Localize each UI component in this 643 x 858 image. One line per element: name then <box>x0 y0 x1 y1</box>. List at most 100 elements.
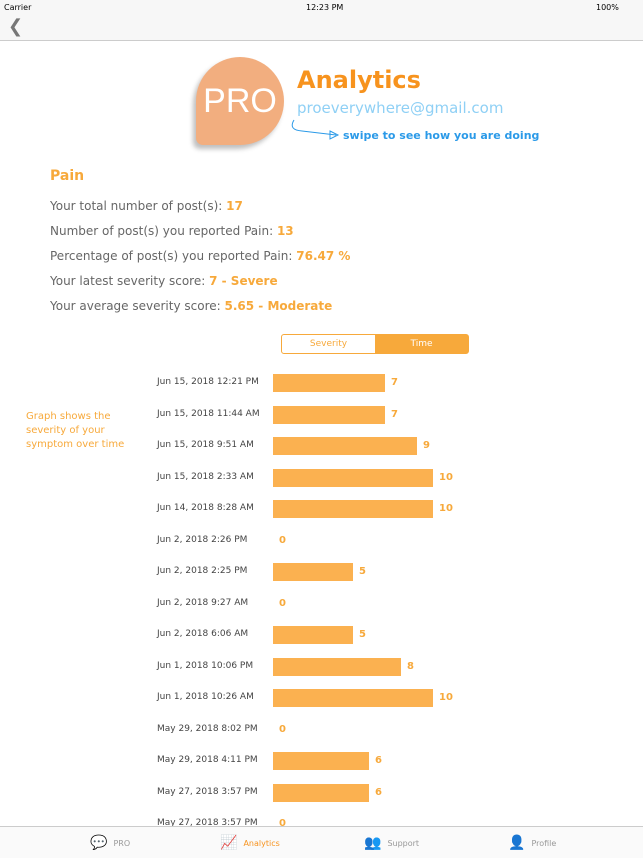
bar[interactable] <box>273 752 369 770</box>
bar-value-label: 0 <box>279 534 286 546</box>
stat-label: Number of post(s) you reported Pain: <box>50 224 274 238</box>
back-chevron-icon[interactable]: ❮ <box>8 16 23 37</box>
chart-mode-segmented-control[interactable]: Severity Time <box>281 334 469 354</box>
bar-date-label: May 27, 2018 3:57 PM <box>157 786 258 797</box>
bar-value-label: 9 <box>423 440 430 451</box>
bar-value-label: 0 <box>279 723 286 735</box>
chart-row: Jun 2, 2018 9:27 AM 0 <box>0 594 643 614</box>
tab-bar: 💬 PRO 📈 Analytics 👥 Support 👤 Profile <box>0 826 643 858</box>
chart-row: Jun 2, 2018 2:26 PM 0 <box>0 531 643 551</box>
bar-date-label: Jun 15, 2018 9:51 AM <box>157 440 254 450</box>
bar[interactable] <box>273 468 433 487</box>
stat-label: Your latest severity score: <box>50 274 206 288</box>
bar-date-label: May 27, 2018 3:57 PM <box>157 818 258 826</box>
bar-value-label: 10 <box>439 503 453 514</box>
stat-label: Percentage of post(s) you reported Pain: <box>50 249 293 263</box>
clock: 12:23 PM <box>306 3 344 12</box>
bar-date-label: Jun 1, 2018 10:06 PM <box>157 660 254 671</box>
bar[interactable] <box>273 437 417 455</box>
bar-date-label: Jun 14, 2018 8:28 AM <box>157 503 254 513</box>
bar-value-label: 0 <box>279 818 286 826</box>
chart-row: Jun 14, 2018 8:28 AM 10 <box>0 499 643 519</box>
group-icon: 👥 <box>364 835 382 851</box>
stat-value: 17 <box>226 199 243 213</box>
bar-value-label: 7 <box>391 408 398 420</box>
tab-profile[interactable]: 👤 Profile <box>508 835 556 851</box>
bar-value-label: 6 <box>375 755 382 766</box>
chart-row: Jun 2, 2018 6:06 AM 5 <box>0 625 643 645</box>
bar[interactable] <box>273 689 433 707</box>
bar-date-label: Jun 1, 2018 10:26 AM <box>157 692 254 702</box>
pro-logo: PRO <box>196 57 284 145</box>
stat-row: Your latest severity score: 7 - Severe <box>50 274 278 288</box>
bar[interactable] <box>273 500 433 518</box>
bar-value-label: 10 <box>439 692 453 703</box>
battery: 100% <box>596 3 619 12</box>
bar-value-label: 7 <box>391 377 398 388</box>
segment-severity[interactable]: Severity <box>282 335 375 353</box>
bar[interactable] <box>273 783 369 802</box>
stat-value: 76.47 % <box>296 249 351 263</box>
bar-value-label: 10 <box>439 471 453 483</box>
chart-row: Jun 15, 2018 12:21 PM 7 <box>0 373 643 393</box>
stat-value: 5.65 - Moderate <box>224 299 333 313</box>
bar-date-label: Jun 2, 2018 6:06 AM <box>157 629 249 639</box>
bar[interactable] <box>273 626 353 644</box>
bar-value-label: 0 <box>279 597 286 609</box>
chart-row: Jun 15, 2018 11:44 AM 7 <box>0 405 643 425</box>
chart-row: May 29, 2018 8:02 PM 0 <box>0 720 643 740</box>
bar-value-label: 5 <box>359 566 366 577</box>
stat-label: Your total number of post(s): <box>50 199 223 213</box>
section-title: Pain <box>50 168 85 184</box>
stat-row: Percentage of post(s) you reported Pain:… <box>50 249 350 263</box>
chat-bubble-icon: 💬 <box>90 835 108 851</box>
chart-row: May 27, 2018 3:57 PM 0 <box>0 814 643 826</box>
stat-row: Your total number of post(s): 17 <box>50 199 243 213</box>
bar[interactable] <box>273 405 385 424</box>
bar-date-label: Jun 2, 2018 2:26 PM <box>157 534 248 545</box>
carrier: Carrier <box>4 3 32 12</box>
bar[interactable] <box>273 563 353 581</box>
bar-date-label: Jun 15, 2018 2:33 AM <box>157 471 254 482</box>
nav-bar: ❮ <box>0 14 643 41</box>
swipe-hint: swipe to see how you are doing <box>343 129 540 142</box>
user-email: proeverywhere@gmail.com <box>297 99 504 117</box>
person-icon: 👤 <box>508 835 526 851</box>
tab-analytics[interactable]: 📈 Analytics <box>220 835 280 851</box>
stat-value: 13 <box>276 224 294 238</box>
tab-support[interactable]: 👥 Support <box>364 835 419 851</box>
bar-date-label: Jun 2, 2018 9:27 AM <box>157 597 249 608</box>
stat-value: 7 - Severe <box>209 274 278 288</box>
page-title: Analytics <box>297 66 421 94</box>
bar-date-label: Jun 15, 2018 11:44 AM <box>157 408 260 419</box>
chart-icon: 📈 <box>220 835 238 851</box>
tab-label: PRO <box>113 838 131 848</box>
tab-label: Support <box>387 838 420 848</box>
bar-date-label: Jun 2, 2018 2:25 PM <box>157 566 248 576</box>
bar-value-label: 5 <box>359 629 366 640</box>
bar[interactable] <box>273 657 401 676</box>
chart-row: Jun 2, 2018 2:25 PM 5 <box>0 562 643 582</box>
bar-date-label: May 29, 2018 4:11 PM <box>157 755 258 765</box>
swipe-arrow-icon <box>291 119 340 140</box>
stat-row: Your average severity score: 5.65 - Mode… <box>50 299 332 313</box>
tab-label: Analytics <box>243 838 280 848</box>
tab-label: Profile <box>531 838 557 848</box>
stat-label: Your average severity score: <box>50 299 221 313</box>
chart-row: May 29, 2018 4:11 PM 6 <box>0 751 643 771</box>
chart-row: Jun 15, 2018 2:33 AM 10 <box>0 468 643 488</box>
tab-pro[interactable]: 💬 PRO <box>90 835 130 851</box>
chart-row: May 27, 2018 3:57 PM 6 <box>0 783 643 803</box>
bar-value-label: 6 <box>375 786 382 798</box>
bar[interactable] <box>273 374 385 392</box>
bar-value-label: 8 <box>407 660 414 672</box>
chart-row: Jun 1, 2018 10:06 PM 8 <box>0 657 643 677</box>
bar-date-label: May 29, 2018 8:02 PM <box>157 723 258 734</box>
status-bar: Carrier 12:23 PM 100% <box>0 0 643 14</box>
bar-date-label: Jun 15, 2018 12:21 PM <box>157 377 259 387</box>
chart-row: Jun 15, 2018 9:51 AM 9 <box>0 436 643 456</box>
chart-row: Jun 1, 2018 10:26 AM 10 <box>0 688 643 708</box>
segment-time[interactable]: Time <box>375 335 468 353</box>
stat-row: Number of post(s) you reported Pain: 13 <box>50 224 294 238</box>
severity-chart[interactable]: Jun 15, 2018 12:21 PM 7 Jun 15, 2018 11:44… <box>0 366 643 826</box>
